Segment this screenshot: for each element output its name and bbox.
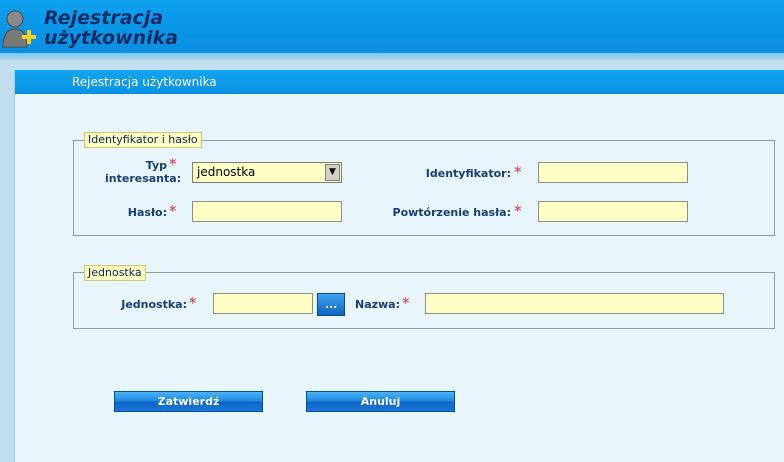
unit-legend: Jednostka [84,265,146,281]
user-add-icon [0,5,40,49]
interesant-type-select[interactable]: jednostka ▼ [192,162,342,183]
unit-input[interactable] [213,293,313,314]
cancel-button[interactable]: Anuluj [306,391,455,412]
interesant-type-value: jednostka [197,165,256,179]
identifier-label: Identyfikator: [425,167,511,180]
chevron-down-icon[interactable]: ▼ [325,164,340,181]
password-label: Hasło: [127,206,167,219]
identifier-input[interactable] [538,162,688,183]
repeat-password-input[interactable] [538,201,688,222]
header-title-line1: Rejestracja [44,7,164,29]
required-mark: * [514,202,522,220]
required-mark: * [402,294,410,312]
name-input[interactable] [425,293,724,314]
required-mark: * [189,294,197,312]
required-mark: * [169,202,177,220]
header-title-line2: użytkownika [44,27,179,49]
repeat-password-label: Powtórzenie hasła: [392,206,511,219]
interesant-type-label: Typ interesanta: [105,159,182,185]
required-mark: * [514,163,522,181]
password-input[interactable] [192,201,342,222]
unit-label: Jednostka: [121,298,187,311]
app-header: Rejestracja użytkownika [0,0,784,53]
required-mark: * [169,155,177,173]
header-title: Rejestracja użytkownika [44,8,178,48]
name-label: Nazwa: [354,298,400,311]
browse-unit-button[interactable]: ... [317,293,345,316]
header-divider [0,53,784,60]
panel-title: Rejestracja użytkownika [15,70,784,94]
credentials-legend: Identyfikator i hasło [84,132,202,148]
registration-panel: Rejestracja użytkownika Identyfikator i … [14,70,784,462]
confirm-button[interactable]: Zatwierdź [114,391,263,412]
